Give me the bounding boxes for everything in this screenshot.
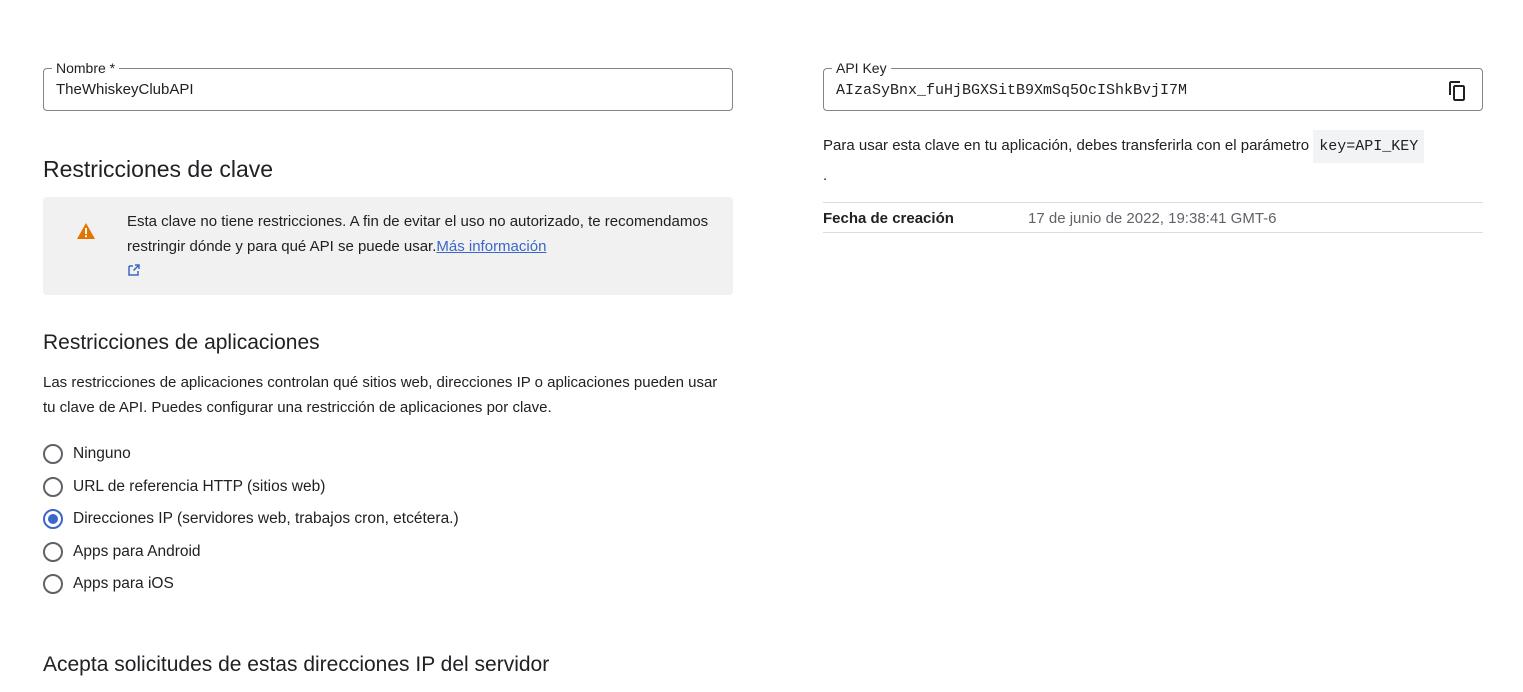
creation-date-label: Fecha de creación <box>823 210 954 227</box>
warning-message: Esta clave no tiene restricciones. A fin… <box>127 209 717 284</box>
radio-http-referrer-label: URL de referencia HTTP (sitios web) <box>73 478 326 495</box>
radio-option-ios[interactable]: Apps para iOS <box>43 573 174 595</box>
radio-none-label: Ninguno <box>73 445 131 462</box>
radio-option-http-referrer[interactable]: URL de referencia HTTP (sitios web) <box>43 476 325 498</box>
api-key-usage-period: . <box>823 167 828 184</box>
radio-option-ip-addresses[interactable]: Direcciones IP (servidores web, trabajos… <box>43 508 459 530</box>
warning-icon <box>77 223 95 239</box>
radio-android-label: Apps para Android <box>73 543 201 560</box>
app-restrictions-description: Las restricciones de aplicaciones contro… <box>43 374 718 416</box>
radio-ios-label: Apps para iOS <box>73 575 174 592</box>
name-field-value[interactable]: TheWhiskeyClubAPI <box>56 81 194 98</box>
api-key-value[interactable]: AIzaSyBnx_fuHjBGXSitB9XmSq5OcIShkBvjI7M <box>836 82 1187 99</box>
external-link-icon[interactable] <box>127 263 141 277</box>
warning-text: Esta clave no tiene restricciones. A fin… <box>127 213 709 255</box>
radio-ip-addresses-label: Direcciones IP (servidores web, trabajos… <box>73 510 459 527</box>
ip-section-title: Acepta solicitudes de estas direcciones … <box>43 653 550 676</box>
creation-date-value: 17 de junio de 2022, 19:38:41 GMT-6 <box>1028 210 1277 227</box>
api-key-field[interactable]: API Key AIzaSyBnx_fuHjBGXSitB9XmSq5OcISh… <box>823 60 1483 111</box>
api-key-label: API Key <box>832 60 891 76</box>
app-restrictions-title: Restricciones de aplicaciones <box>43 331 320 354</box>
radio-option-none[interactable]: Ninguno <box>43 443 131 465</box>
unrestricted-key-warning: Esta clave no tiene restricciones. A fin… <box>43 197 733 295</box>
key-restrictions-title: Restricciones de clave <box>43 156 274 182</box>
creation-date-row: Fecha de creación 17 de junio de 2022, 1… <box>823 202 1483 233</box>
api-key-usage-text: Para usar esta clave en tu aplicación, d… <box>823 137 1310 154</box>
name-field[interactable]: Nombre * TheWhiskeyClubAPI <box>43 60 733 111</box>
radio-ios[interactable] <box>43 574 63 594</box>
radio-android[interactable] <box>43 542 63 562</box>
radio-http-referrer[interactable] <box>43 477 63 497</box>
name-field-label: Nombre * <box>52 60 120 76</box>
api-key-param: key=API_KEY <box>1313 130 1425 163</box>
radio-ip-addresses[interactable] <box>43 509 63 529</box>
more-info-link[interactable]: Más información <box>436 238 546 255</box>
radio-option-android[interactable]: Apps para Android <box>43 541 201 563</box>
api-key-usage: Para usar esta clave en tu aplicación, d… <box>823 130 1488 188</box>
radio-none[interactable] <box>43 444 63 464</box>
copy-icon[interactable] <box>1448 80 1466 101</box>
